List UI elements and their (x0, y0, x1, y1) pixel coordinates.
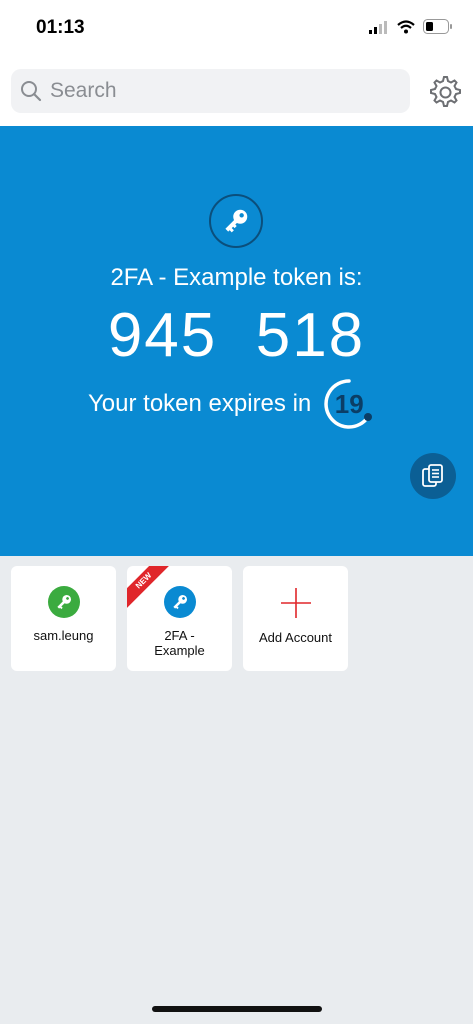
search-input[interactable]: Search (11, 69, 410, 113)
account-key-badge (163, 586, 196, 618)
status-icons (369, 19, 453, 34)
countdown-timer: 19 (321, 376, 377, 432)
plus-icon (280, 588, 311, 618)
status-time: 01:13 (36, 17, 85, 38)
account-label: 2FA - Example (154, 628, 205, 658)
settings-gear-icon[interactable] (427, 74, 461, 108)
status-bar: 01:13 (0, 0, 473, 60)
key-icon (225, 209, 248, 233)
home-indicator[interactable] (152, 1006, 322, 1012)
search-placeholder: Search (50, 79, 117, 102)
search-icon (21, 81, 42, 102)
timer-seconds: 19 (334, 388, 364, 419)
expires-label: Your token expires in (88, 390, 312, 417)
copy-icon (422, 464, 443, 487)
key-icon (172, 594, 187, 610)
battery-icon (423, 19, 452, 34)
wifi-icon (397, 19, 415, 33)
token-label: 2FA - Example token is: (110, 264, 363, 291)
expires-row: Your token expires in 19 (88, 374, 377, 434)
account-card-sam-leung[interactable]: sam.leung (11, 566, 116, 671)
account-key-badge (47, 586, 80, 618)
token-key-badge (209, 194, 263, 248)
search-area: Search (0, 60, 473, 126)
copy-token-button[interactable] (410, 453, 456, 499)
key-icon (56, 594, 71, 610)
account-label: sam.leung (33, 628, 94, 643)
account-cards: sam.leung NEW 2FA - Example Add Account (11, 566, 348, 671)
signal-icon (369, 20, 387, 34)
token-value: 945 518 (107, 301, 366, 370)
token-panel: 2FA - Example token is: 945 518 Your tok… (0, 126, 473, 556)
add-account-button[interactable]: Add Account (243, 566, 348, 671)
add-account-label: Add Account (259, 630, 332, 645)
account-card-2fa-example[interactable]: NEW 2FA - Example (127, 566, 232, 671)
